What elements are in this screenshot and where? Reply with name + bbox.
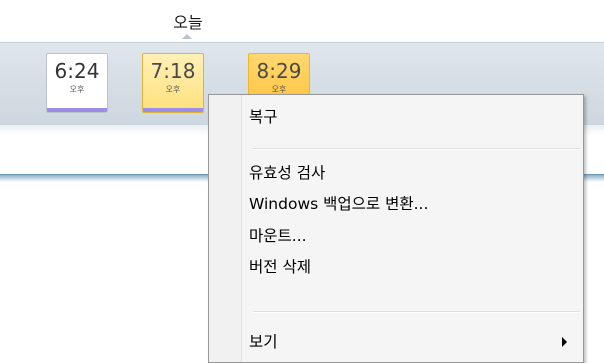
menu-separator: [253, 148, 580, 150]
version-time: 6:24: [54, 59, 100, 83]
context-menu: 복구 유효성 검사 Windows 백업으로 변환... 마운트... 버전 삭…: [208, 94, 584, 363]
menu-separator: [253, 311, 580, 313]
menu-item-convert-windows-backup[interactable]: Windows 백업으로 변환...: [249, 189, 575, 219]
menu-item-delete-version[interactable]: 버전 삭제: [249, 252, 575, 282]
version-indicator-bar: [47, 108, 107, 112]
version-time: 7:18: [150, 59, 196, 83]
version-indicator-bar: [143, 108, 203, 112]
submenu-arrow-icon: [562, 337, 567, 347]
menu-icon-gutter: [209, 95, 242, 362]
version-ampm: 오후: [69, 85, 85, 94]
menu-item-view[interactable]: 보기: [249, 327, 575, 357]
today-label: 오늘: [173, 13, 203, 32]
version-time: 8:29: [256, 59, 302, 83]
version-ampm: 오후: [165, 85, 181, 94]
menu-item-view-label: 보기: [249, 333, 278, 351]
menu-item-mount[interactable]: 마운트...: [249, 221, 575, 251]
today-marker-icon: [182, 34, 192, 39]
backup-version-browser: 오늘 6:24 오후 7:18 오후 8:29 오후 복구 유효성 검사 Win…: [0, 0, 604, 363]
menu-item-validate[interactable]: 유효성 검사: [249, 158, 575, 188]
version-tile-selected[interactable]: 7:18 오후: [142, 53, 204, 113]
menu-item-restore[interactable]: 복구: [249, 102, 575, 132]
version-tile[interactable]: 6:24 오후: [46, 53, 108, 113]
